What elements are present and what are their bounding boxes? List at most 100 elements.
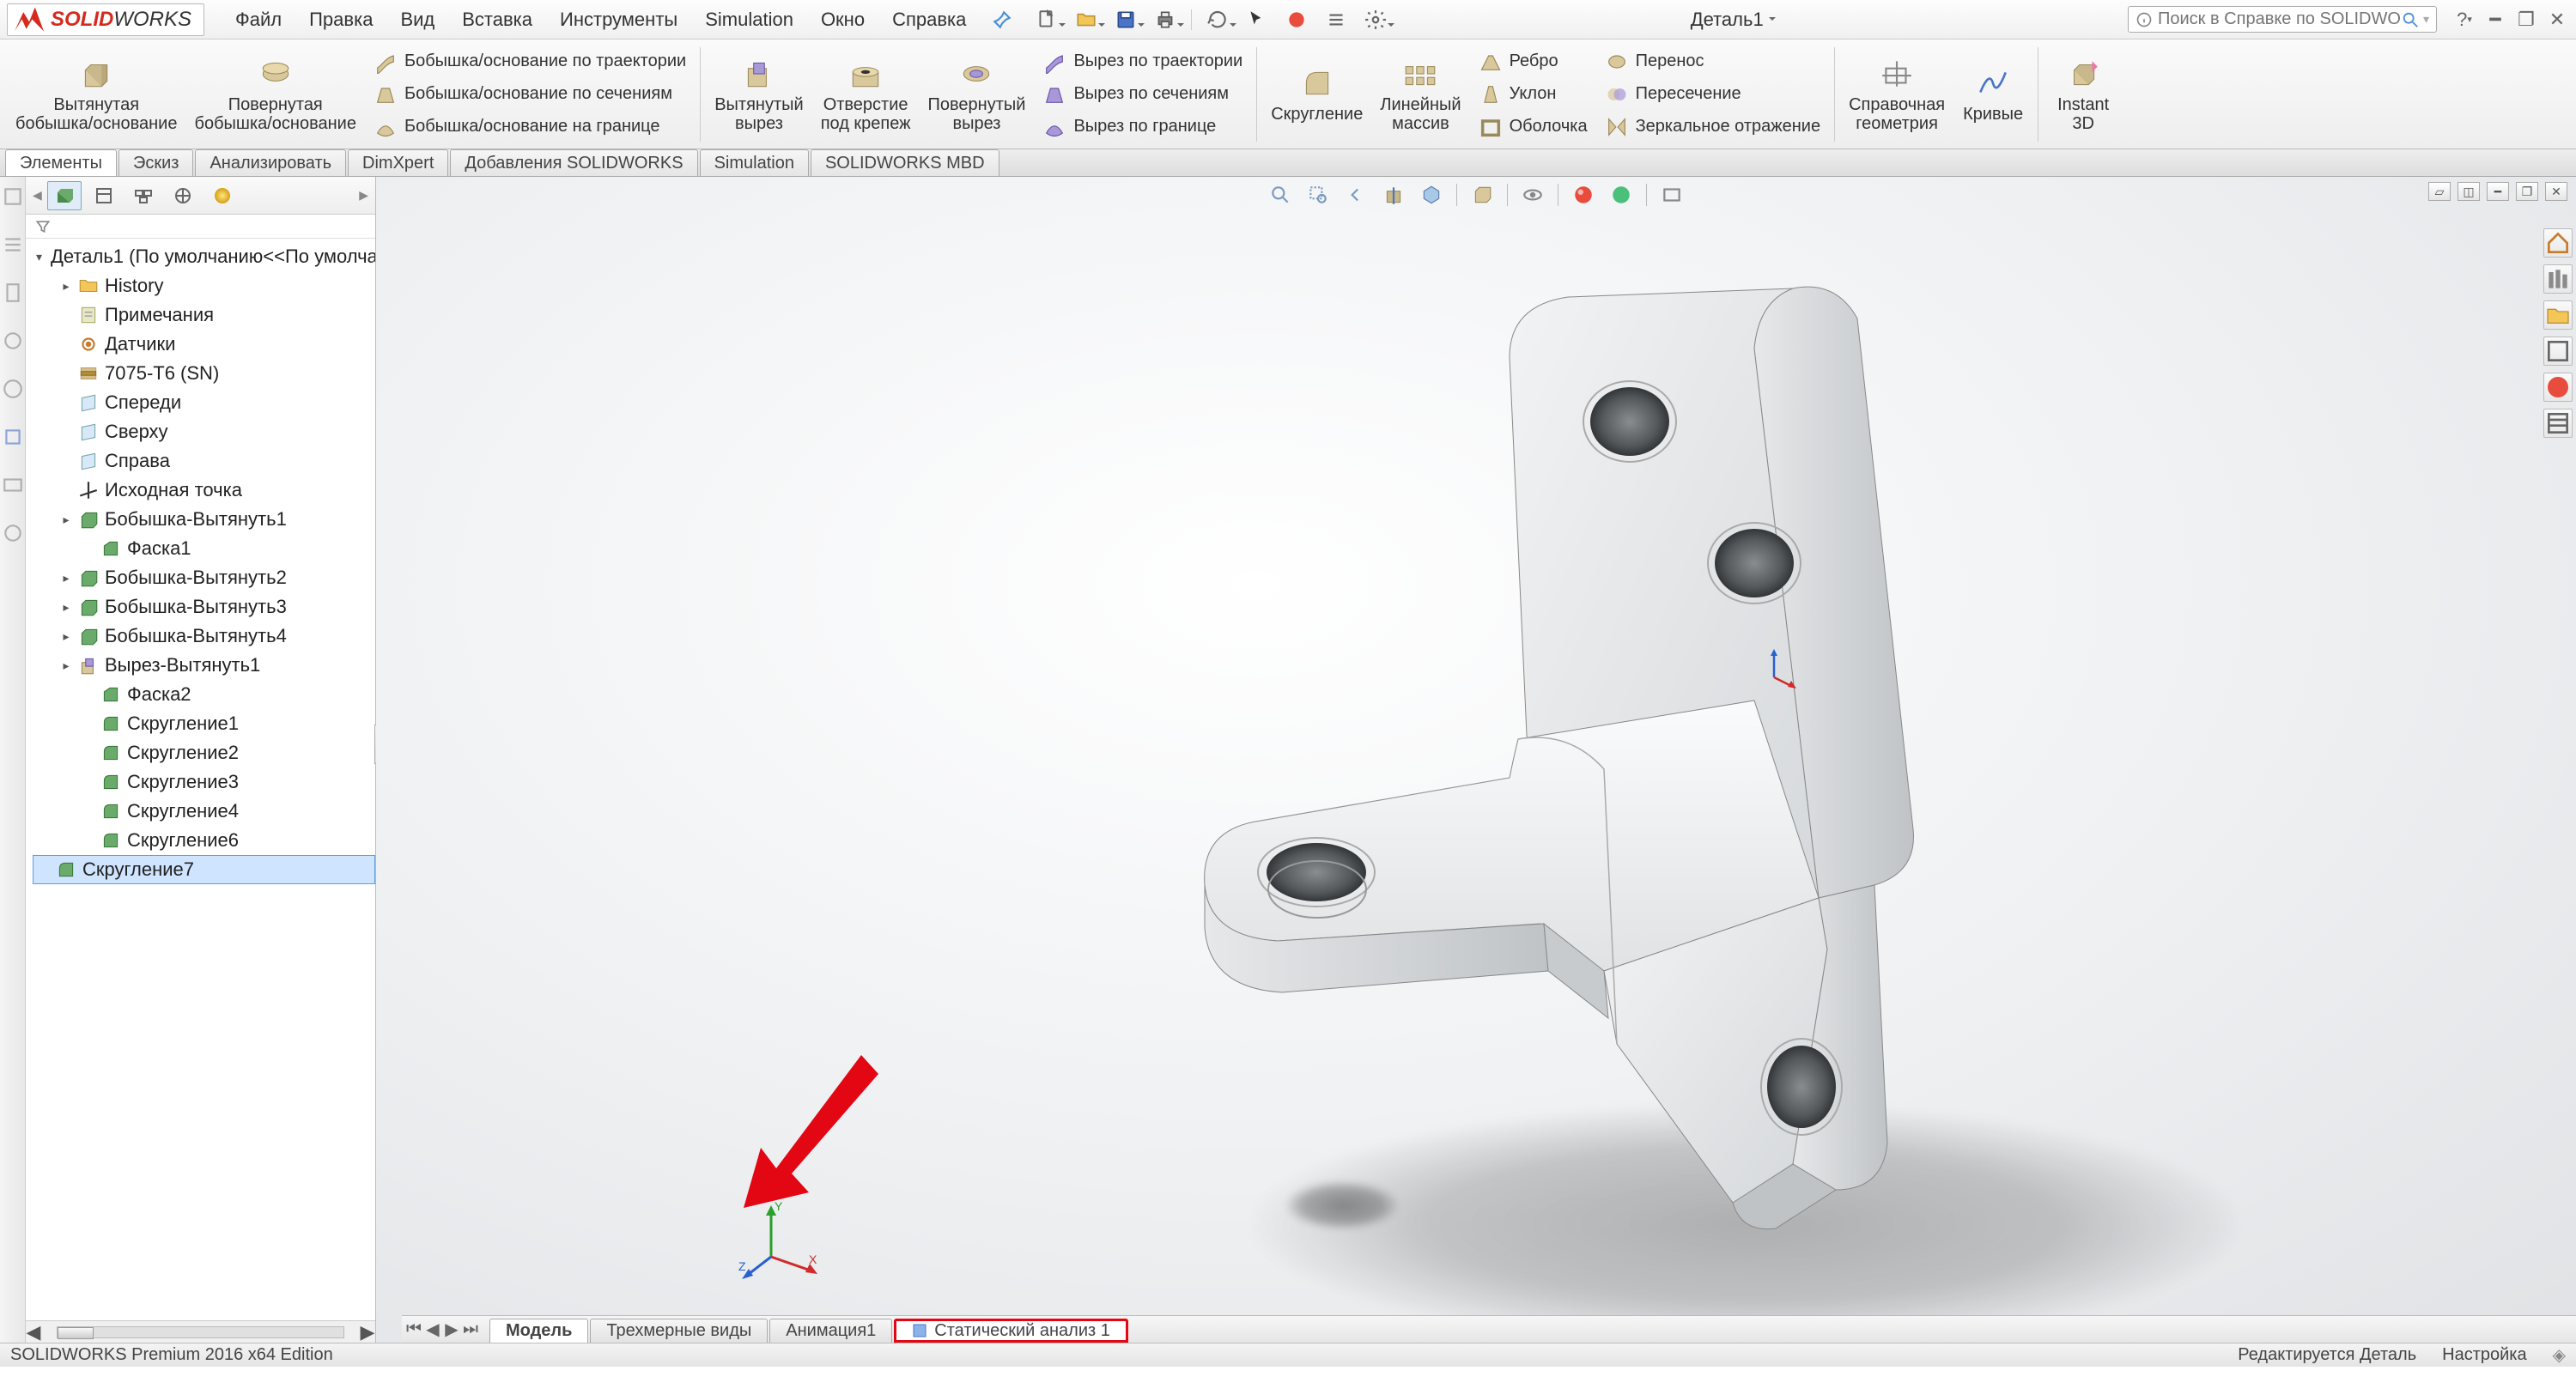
- tp-home-icon[interactable]: [2543, 228, 2573, 258]
- tp-appearance-icon[interactable]: [2, 378, 24, 400]
- tree-item[interactable]: ▸History: [33, 271, 375, 300]
- section-icon[interactable]: [1381, 182, 1406, 208]
- fillet-button[interactable]: Скругление: [1262, 43, 1371, 146]
- tab-last-icon[interactable]: ⏭: [462, 1321, 479, 1338]
- config-tab[interactable]: [126, 181, 161, 210]
- reference-geometry-button[interactable]: Справочная геометрия: [1840, 43, 1953, 146]
- model-bracket[interactable]: [1140, 220, 2085, 1250]
- extruded-cut-button[interactable]: Вытянутый вырез: [706, 43, 811, 146]
- tree-item[interactable]: ▸Вырез-Вытянуть1: [33, 651, 375, 680]
- maximize-button[interactable]: ❐: [2514, 8, 2538, 32]
- tp-display-icon[interactable]: [2, 474, 24, 496]
- curves-button[interactable]: Кривые: [1953, 43, 2032, 146]
- options-list-icon[interactable]: [1322, 6, 1350, 33]
- print-icon[interactable]: [1151, 6, 1179, 33]
- menu-insert[interactable]: Вставка: [448, 3, 546, 36]
- display-style-icon[interactable]: [1469, 182, 1495, 208]
- tab-addins[interactable]: Добавления SOLIDWORKS: [450, 149, 697, 176]
- tp-explorer-icon[interactable]: [2543, 300, 2573, 330]
- save-icon[interactable]: [1112, 6, 1139, 33]
- tree-root[interactable]: ▾ Деталь1 (По умолчанию<<По умолчан: [33, 242, 375, 271]
- tab-static-study[interactable]: Статический анализ 1: [894, 1319, 1128, 1343]
- tp-appear-icon[interactable]: [2543, 373, 2573, 402]
- doc-min-button[interactable]: ━: [2487, 182, 2509, 201]
- menu-window[interactable]: Окно: [807, 3, 878, 36]
- close-button[interactable]: ✕: [2545, 8, 2569, 32]
- intersect-button[interactable]: Пересечение: [1596, 78, 1830, 111]
- select-icon[interactable]: [1243, 6, 1271, 33]
- tp-design-lib-icon[interactable]: [2, 234, 24, 256]
- doc-close-button[interactable]: ✕: [2545, 182, 2567, 201]
- property-tab[interactable]: [87, 181, 121, 210]
- lofted-cut-button[interactable]: Вырез по сечениям: [1034, 78, 1251, 111]
- tree-item[interactable]: Скругление4: [33, 797, 375, 826]
- new-icon[interactable]: [1033, 6, 1060, 33]
- help-search[interactable]: ▾: [2128, 6, 2437, 33]
- mirror-button[interactable]: Зеркальное отражение: [1596, 111, 1830, 143]
- tab-model[interactable]: Модель: [489, 1319, 588, 1343]
- help-icon[interactable]: ?▾: [2452, 8, 2476, 32]
- panel-hscroll[interactable]: ◀▶: [26, 1320, 375, 1343]
- menu-edit[interactable]: Правка: [295, 3, 386, 36]
- tree-item[interactable]: ▸Бобышка-Вытянуть2: [33, 563, 375, 592]
- tp-resources-icon[interactable]: [2, 185, 24, 208]
- tree-item[interactable]: Скругление2: [33, 738, 375, 767]
- zoom-fit-icon[interactable]: [1267, 182, 1293, 208]
- tree-item[interactable]: Фаска2: [33, 680, 375, 709]
- menu-help[interactable]: Справка: [878, 3, 980, 36]
- tab-evaluate[interactable]: Анализировать: [195, 149, 346, 176]
- lofted-boss-button[interactable]: Бобышка/основание по сечениям: [365, 78, 695, 111]
- tree-item[interactable]: ▸Бобышка-Вытянуть4: [33, 622, 375, 651]
- hide-show-icon[interactable]: [1520, 182, 1546, 208]
- dimxpert-tab[interactable]: [166, 181, 200, 210]
- tab-first-icon[interactable]: ⏮: [405, 1321, 422, 1338]
- tp-drawing-icon[interactable]: [2, 426, 24, 448]
- tab-mbd[interactable]: SOLIDWORKS MBD: [811, 149, 999, 176]
- help-search-input[interactable]: [2158, 9, 2401, 29]
- tree-item[interactable]: Исходная точка: [33, 476, 375, 505]
- search-icon[interactable]: [2401, 10, 2420, 29]
- boundary-boss-button[interactable]: Бобышка/основание на границе: [365, 111, 695, 143]
- revolved-cut-button[interactable]: Повернутый вырез: [920, 43, 1035, 146]
- menu-view[interactable]: Вид: [386, 3, 448, 36]
- tab-next-icon[interactable]: ▶: [443, 1321, 460, 1338]
- doc-split-button[interactable]: ◫: [2458, 182, 2480, 201]
- tp-palette-icon[interactable]: [2543, 337, 2573, 366]
- status-custom[interactable]: Настройка: [2442, 1345, 2526, 1365]
- tp-file-icon[interactable]: [2, 282, 24, 304]
- open-icon[interactable]: [1072, 6, 1100, 33]
- tree-filter[interactable]: [26, 215, 375, 239]
- minimize-button[interactable]: ━: [2483, 8, 2507, 32]
- document-title[interactable]: Деталь1: [1691, 9, 1776, 31]
- scene-icon[interactable]: [1608, 182, 1634, 208]
- swept-boss-button[interactable]: Бобышка/основание по траектории: [365, 45, 695, 78]
- pin-icon[interactable]: [988, 6, 1016, 33]
- tree-item[interactable]: Скругление1: [33, 709, 375, 738]
- draft-button[interactable]: Уклон: [1470, 78, 1596, 111]
- tab-3d-views[interactable]: Трехмерные виды: [590, 1319, 768, 1343]
- tree-item[interactable]: Сверху: [33, 417, 375, 446]
- revolved-boss-button[interactable]: Повернутая бобышка/основание: [185, 43, 364, 146]
- doc-popup-button[interactable]: ▱: [2428, 182, 2451, 201]
- tree-item[interactable]: Датчики: [33, 330, 375, 359]
- boundary-cut-button[interactable]: Вырез по границе: [1034, 111, 1251, 143]
- tree-item[interactable]: Справа: [33, 446, 375, 476]
- tree-item[interactable]: Фаска1: [33, 534, 375, 563]
- tab-dimxpert[interactable]: DimXpert: [348, 149, 448, 176]
- tp-view-icon[interactable]: [2, 330, 24, 352]
- tab-animation[interactable]: Анимация1: [769, 1319, 892, 1343]
- rib-button[interactable]: Ребро: [1470, 45, 1596, 78]
- prev-view-icon[interactable]: [1343, 182, 1369, 208]
- rebuild-icon[interactable]: [1204, 6, 1231, 33]
- tree-item[interactable]: Спереди: [33, 388, 375, 417]
- tp-forum-icon[interactable]: [2, 522, 24, 544]
- zoom-area-icon[interactable]: [1305, 182, 1331, 208]
- tab-prev-icon[interactable]: ◀: [424, 1321, 441, 1338]
- tab-elements[interactable]: Элементы: [5, 149, 117, 176]
- tp-prop-icon[interactable]: [2543, 409, 2573, 438]
- tree-item[interactable]: ▸Бобышка-Вытянуть3: [33, 592, 375, 622]
- tree-item[interactable]: Скругление3: [33, 767, 375, 797]
- menu-simulation[interactable]: Simulation: [691, 3, 807, 36]
- graphics-viewport[interactable]: ▱ ◫ ━ ❐ ✕: [376, 177, 2576, 1343]
- settings-icon[interactable]: [1362, 6, 1389, 33]
